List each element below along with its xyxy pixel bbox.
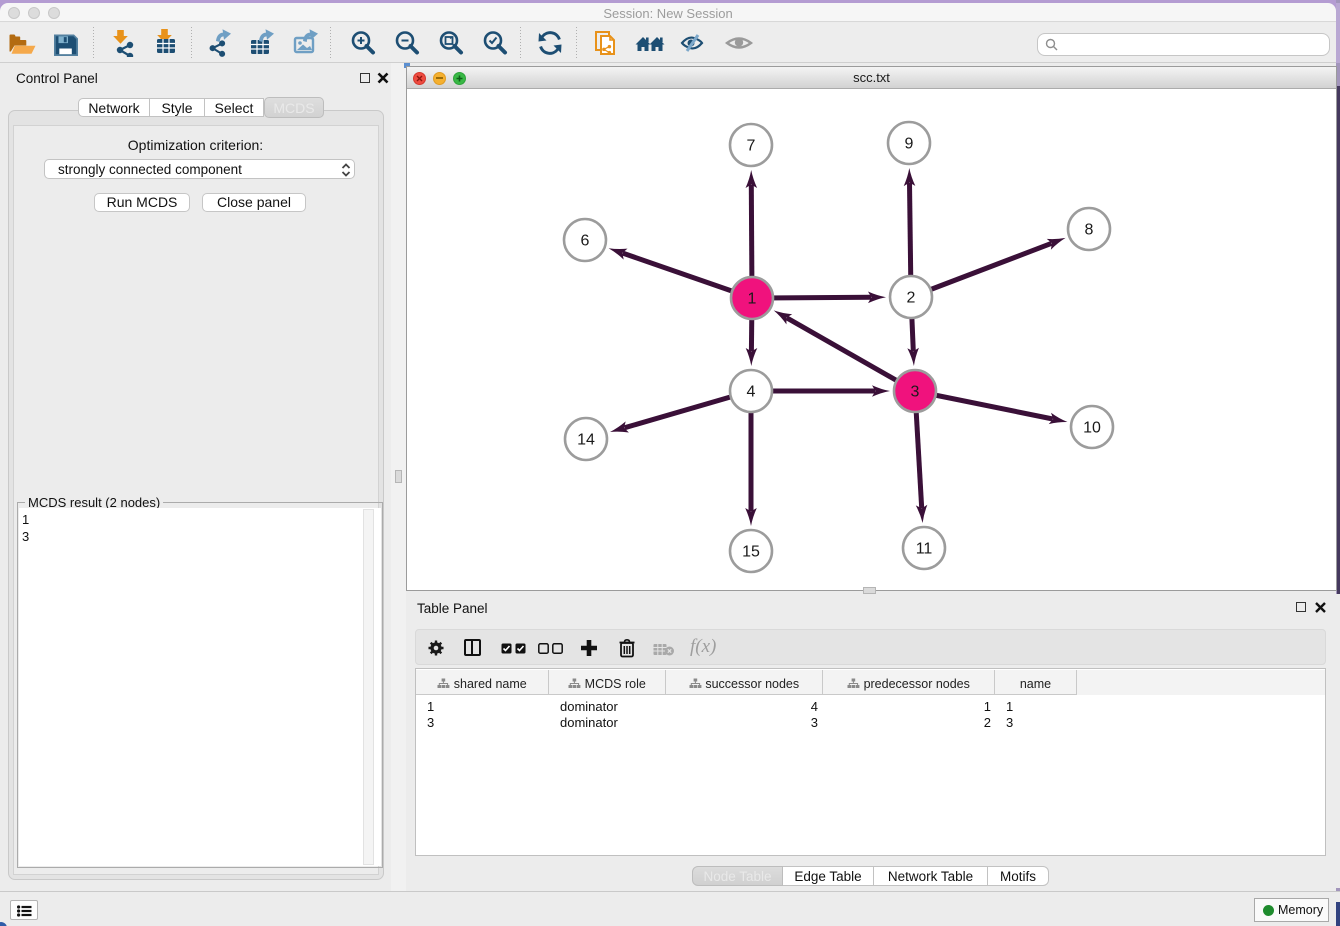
svg-text:11: 11 [916, 541, 933, 558]
svg-text:9: 9 [905, 136, 914, 153]
svg-text:7: 7 [747, 138, 756, 155]
svg-text:10: 10 [1083, 420, 1101, 437]
svg-text:1: 1 [748, 291, 757, 308]
svg-text:15: 15 [742, 544, 760, 561]
svg-text:6: 6 [581, 233, 590, 250]
svg-text:14: 14 [577, 432, 595, 449]
svg-text:8: 8 [1085, 222, 1094, 239]
svg-text:2: 2 [907, 290, 916, 307]
svg-text:3: 3 [911, 384, 920, 401]
svg-text:4: 4 [747, 384, 756, 401]
